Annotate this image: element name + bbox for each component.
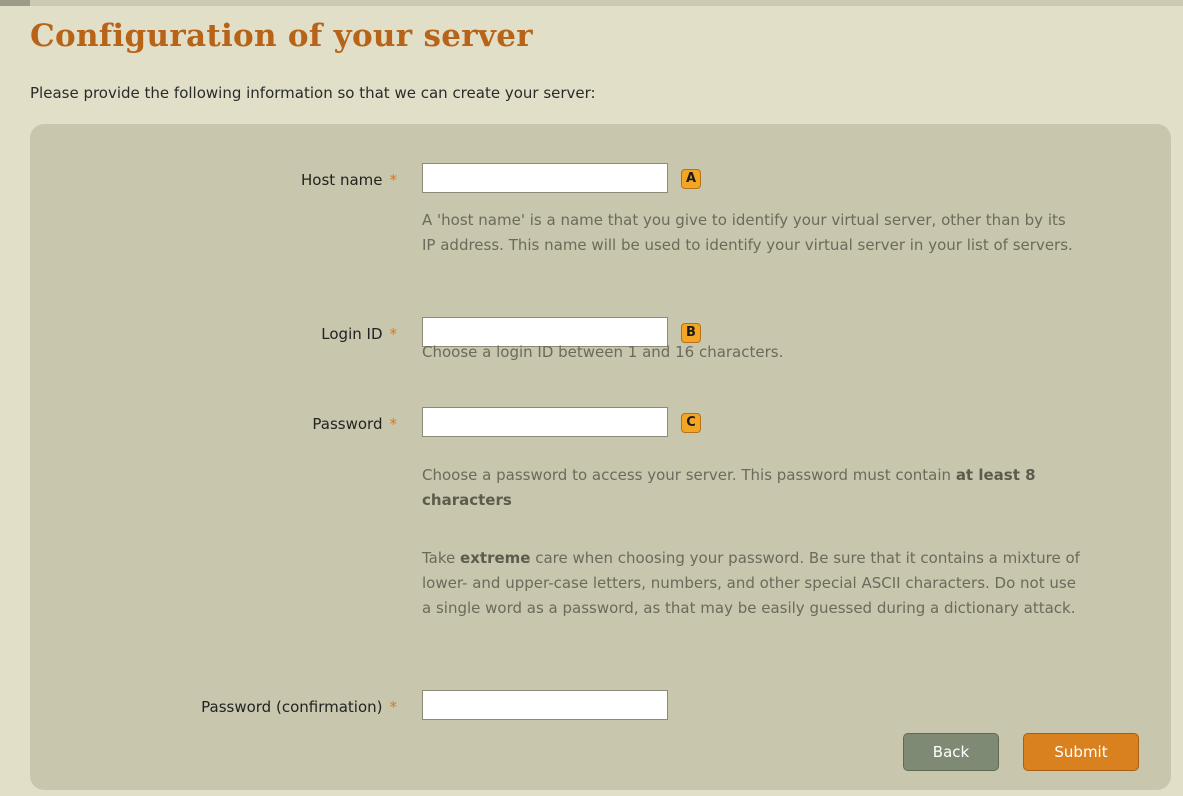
host-name-label: Host name * (301, 171, 397, 189)
login-id-help: Choose a login ID between 1 and 16 chara… (422, 343, 784, 361)
required-asterisk: * (389, 698, 398, 716)
top-border-strip (0, 0, 1183, 6)
host-name-input[interactable] (422, 163, 668, 193)
password-input[interactable] (422, 407, 668, 437)
submit-button[interactable]: Submit (1023, 733, 1139, 771)
password-confirmation-input[interactable] (422, 690, 668, 720)
password-help-length: Choose a password to access your server.… (422, 463, 1082, 513)
required-asterisk: * (389, 325, 398, 343)
top-border-shade (0, 0, 30, 6)
required-asterisk: * (389, 171, 398, 189)
password-help-length-text: Choose a password to access your server.… (422, 466, 952, 484)
page-title: Configuration of your server (30, 18, 533, 54)
password-label: Password * (312, 415, 397, 433)
callout-marker-a: A (681, 169, 701, 189)
password-help-strength: Take extreme care when choosing your pas… (422, 546, 1082, 621)
host-name-help: A 'host name' is a name that you give to… (422, 211, 1073, 254)
password-help-strength-prefix: Take (422, 549, 456, 567)
back-button[interactable]: Back (903, 733, 999, 771)
intro-text: Please provide the following information… (30, 84, 596, 102)
login-id-label: Login ID * (321, 325, 397, 343)
password-help-strength-emphasis: extreme (460, 549, 531, 567)
required-asterisk: * (389, 415, 398, 433)
password-confirmation-label: Password (confirmation) * (201, 698, 397, 716)
login-id-label-text: Login ID (321, 325, 383, 343)
password-confirmation-label-text: Password (confirmation) (201, 698, 383, 716)
callout-marker-c: C (681, 413, 701, 433)
host-name-label-text: Host name (301, 171, 383, 189)
password-label-text: Password (312, 415, 383, 433)
